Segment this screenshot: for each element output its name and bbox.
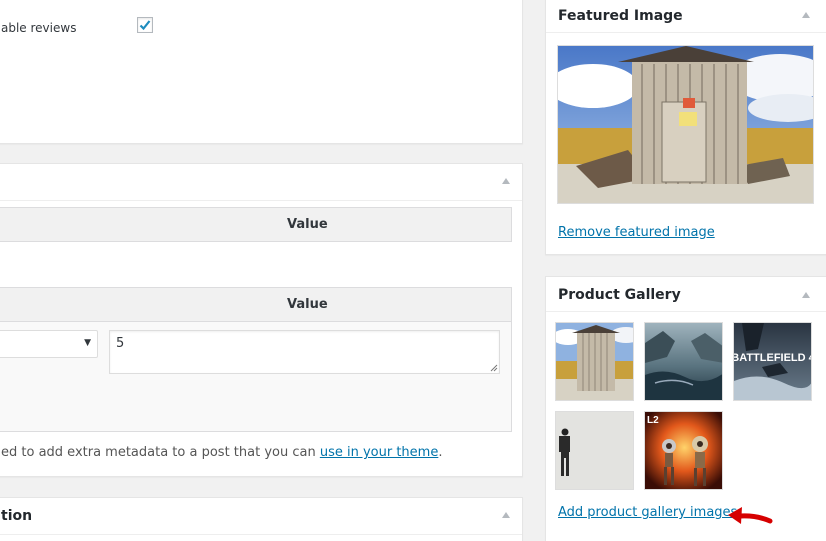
add-product-gallery-images-link[interactable]: Add product gallery images [558, 505, 737, 520]
chevron-down-icon: ▼ [84, 338, 91, 348]
resize-handle-icon[interactable] [490, 364, 498, 372]
gallery-image-sea[interactable] [644, 322, 723, 401]
collapse-toggle-icon[interactable] [802, 292, 810, 298]
add-field-table-header: Value [0, 287, 512, 322]
custom-fields-header [0, 164, 522, 201]
collapse-toggle-icon[interactable] [502, 512, 510, 518]
bottom-left-box: tion [0, 497, 523, 541]
meta-value-textarea[interactable]: 5 [109, 330, 500, 374]
bottom-left-header: tion [0, 498, 522, 535]
enable-reviews-label: able reviews [1, 21, 77, 35]
value-column-header: Value [287, 217, 328, 232]
featured-image-thumbnail[interactable] [557, 45, 814, 204]
meta-value-text: 5 [116, 336, 125, 351]
custom-fields-box: Value Value ▼ 5 ed to add extra metadata… [0, 163, 523, 477]
battlefield-logo-text: BATTLEFIELD 4 [734, 352, 812, 364]
product-gallery-header: Product Gallery [546, 277, 826, 312]
custom-fields-description: ed to add extra metadata to a post that … [1, 445, 443, 460]
use-in-theme-link[interactable]: use in your theme [320, 445, 439, 460]
featured-image-title: Featured Image [558, 8, 683, 24]
gallery-image-figure[interactable] [555, 411, 634, 490]
value-column-header-2: Value [287, 297, 328, 312]
add-field-panel: Value ▼ 5 [0, 287, 512, 432]
custom-fields-table-header: Value [0, 207, 512, 242]
bottom-left-title: tion [1, 508, 33, 524]
pointer-arrow-icon [728, 507, 773, 524]
gallery-image-robot[interactable]: L2 [644, 411, 723, 490]
product-gallery-title: Product Gallery [558, 287, 681, 303]
enable-reviews-checkbox[interactable] [137, 17, 153, 33]
featured-image-header: Featured Image [546, 0, 826, 33]
featured-image-box: Featured Image Remove featured image [545, 0, 826, 255]
gallery-image-battlefield[interactable]: BATTLEFIELD 4 [733, 322, 812, 401]
checkmark-icon [139, 20, 151, 31]
product-gallery-box: Product Gallery BATTLEFIELD 4 L2 Add pro… [545, 276, 826, 541]
robot-logo-text: L2 [647, 415, 659, 426]
gallery-image-shack[interactable] [555, 322, 634, 401]
remove-featured-image-link[interactable]: Remove featured image [558, 225, 715, 240]
meta-key-select[interactable]: ▼ [0, 330, 98, 358]
collapse-toggle-icon[interactable] [802, 12, 810, 18]
reviews-box: able reviews [0, 0, 523, 144]
collapse-toggle-icon[interactable] [502, 178, 510, 184]
